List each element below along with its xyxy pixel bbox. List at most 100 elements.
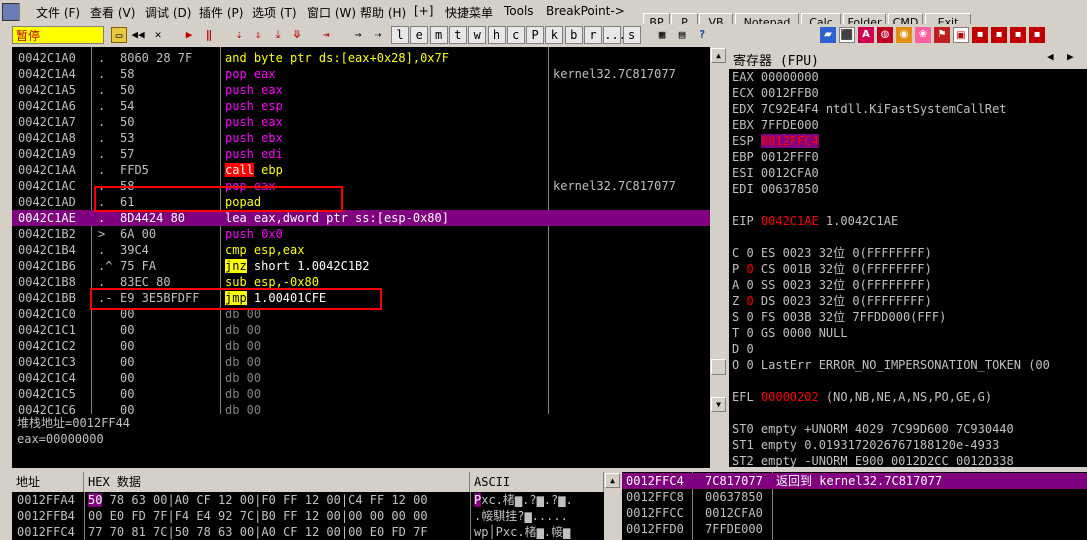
disasm-row[interactable]: 0042C1A0. 8060 28 7F and byte ptr ds:[eax+… — [12, 50, 710, 66]
go-icon[interactable]: ⇢ — [370, 27, 386, 43]
dump-scrollbar[interactable]: ▲ — [604, 472, 621, 540]
disasm-row[interactable]: 0042C1A7. 50 push eax — [12, 114, 710, 130]
window-button[interactable]: s — [622, 26, 641, 44]
dump-row[interactable]: 0012FFA4 50 78 63 00|A0 CF 12 00|F0 FF 12… — [12, 492, 604, 508]
window-button[interactable]: b — [564, 26, 583, 44]
goto-icon[interactable]: → — [350, 27, 366, 43]
disasm-row[interactable]: 0042C1C2 00 db 00 — [12, 338, 710, 354]
register-line[interactable]: D 0 — [732, 341, 754, 357]
menu-item[interactable]: 调试 (D) — [145, 4, 191, 21]
window-button[interactable]: w — [468, 26, 487, 44]
menu-item[interactable]: BreakPoint-> — [546, 4, 625, 18]
register-line[interactable]: ECX 0012FFB0 — [732, 85, 819, 101]
disasm-row[interactable]: 0042C1A9. 57 push edi — [12, 146, 710, 162]
register-line[interactable]: EDX 7C92E4F4 ntdll.KiFastSystemCallRet — [732, 101, 1007, 117]
plugin-icon-9[interactable]: ▪ — [972, 27, 988, 43]
registers-header[interactable]: 寄存器 (FPU) ◀ ▶ — [729, 47, 1087, 69]
menu-item[interactable]: 帮助 (H) — [360, 4, 406, 21]
menu-item[interactable]: 快捷菜单 — [445, 4, 493, 21]
disassembly-scrollbar[interactable]: ▲ ▼ — [710, 47, 727, 414]
disasm-row[interactable]: 0042C1A4. 58 pop eax kernel32.7C817077 — [12, 66, 710, 82]
dump-header-hex[interactable]: HEX 数据 — [84, 472, 470, 492]
trace-over-icon[interactable]: ⤋ — [289, 27, 305, 43]
disasm-row[interactable]: 0042C1B2 >6A 00 push 0x0 — [12, 226, 710, 242]
register-line[interactable]: S 0 FS 003B 32位 7FFDD000(FFF) — [732, 309, 946, 325]
menu-item[interactable]: 选项 (T) — [252, 4, 297, 21]
plugin-icon-2[interactable]: ⬛ — [839, 27, 855, 43]
grid-icon[interactable]: ▦ — [654, 27, 670, 43]
disasm-row[interactable]: 0042C1C5 00 db 00 — [12, 386, 710, 402]
dump-pane[interactable]: 0012FFA4 50 78 63 00|A0 CF 12 00|F0 FF 12… — [12, 492, 604, 540]
plugin-icon-1[interactable]: ▰ — [820, 27, 836, 43]
disasm-row[interactable]: 0042C1A8. 53 push ebx — [12, 130, 710, 146]
stack-row[interactable]: 0012FFC8 00637850 — [622, 489, 1087, 505]
menu-item[interactable]: 文件 (F) — [36, 4, 80, 21]
menu-item[interactable]: [+] — [414, 4, 433, 18]
register-line[interactable]: EIP 0042C1AE 1.0042C1AE — [732, 213, 898, 229]
window-button[interactable]: k — [545, 26, 564, 44]
plugin-icon-10[interactable]: ▪ — [991, 27, 1007, 43]
window-button[interactable]: c — [506, 26, 525, 44]
register-line[interactable]: EFL 00000202 (NO,NB,NE,A,NS,PO,GE,G) — [732, 389, 992, 405]
dump-header-address[interactable]: 地址 — [12, 472, 84, 492]
rewind-icon[interactable]: ◀◀ — [130, 27, 146, 43]
stack-row[interactable]: 0012FFC4 7C817077 返回到 kernel32.7C817077 — [622, 473, 1087, 489]
scroll-down-icon[interactable]: ▼ — [711, 397, 726, 412]
options-icon[interactable]: ▤ — [674, 27, 690, 43]
register-line[interactable]: ESP 0012FFC4 — [732, 133, 819, 149]
register-line[interactable]: ST1 empty 0.0193172026767188120e-4933 — [732, 437, 999, 453]
disasm-row[interactable]: 0042C1A6. 54 push esp — [12, 98, 710, 114]
menu-item[interactable]: 插件 (P) — [199, 4, 243, 21]
scroll-right-icon[interactable]: ▶ — [1067, 50, 1074, 63]
plugin-icon-5[interactable]: ◉ — [896, 27, 912, 43]
step-over-icon[interactable]: ⇓ — [250, 27, 266, 43]
disassembly-pane[interactable]: 0042C1A0. 8060 28 7F and byte ptr ds:[eax+… — [12, 47, 710, 414]
window-button[interactable]: t — [448, 26, 467, 44]
disasm-row[interactable]: 0042C1C4 00 db 00 — [12, 370, 710, 386]
scroll-left-icon[interactable]: ◀ — [1047, 50, 1054, 63]
register-line[interactable]: C 0 ES 0023 32位 0(FFFFFFFF) — [732, 245, 932, 261]
dump-header-ascii[interactable]: ASCII — [470, 472, 604, 492]
plugin-icon-7[interactable]: ⚑ — [934, 27, 950, 43]
dump-row[interactable]: 0012FFC4 77 70 81 7C|50 78 63 00|A0 CF 12… — [12, 524, 604, 540]
register-line[interactable]: A 0 SS 0023 32位 0(FFFFFFFF) — [732, 277, 932, 293]
menu-item[interactable]: 窗口 (W) — [307, 4, 356, 21]
dump-row[interactable]: 0012FFB4 00 E0 FD 7F|F4 E4 92 7C|B0 FF 12… — [12, 508, 604, 524]
plugin-icon-6[interactable]: ❀ — [915, 27, 931, 43]
open-icon[interactable]: ▭ — [111, 27, 127, 43]
disasm-row[interactable]: 0042C1AA. FFD5 call ebp — [12, 162, 710, 178]
scroll-thumb[interactable] — [711, 359, 726, 375]
register-line[interactable]: O 0 LastErr ERROR_NO_IMPERSONATION_TOKEN… — [732, 357, 1050, 373]
window-button[interactable]: m — [429, 26, 448, 44]
execute-till-return-icon[interactable]: ⇥ — [318, 27, 334, 43]
plugin-icon-12[interactable]: ▪ — [1029, 27, 1045, 43]
disasm-row[interactable]: 0042C1A5. 50 push eax — [12, 82, 710, 98]
info-pane[interactable]: 堆栈地址=0012FF44 eax=00000000 — [12, 414, 710, 468]
window-button[interactable]: l — [391, 26, 409, 44]
stack-row[interactable]: 0012FFD0 7FFDE000 — [622, 521, 1087, 537]
window-button[interactable]: h — [487, 26, 506, 44]
register-line[interactable]: ESI 0012CFA0 — [732, 165, 819, 181]
disasm-row[interactable]: 0042C1B4. 39C4 cmp esp,eax — [12, 242, 710, 258]
pause-icon[interactable]: ‖ — [201, 27, 217, 43]
stack-row[interactable]: 0012FFCC 0012CFA0 — [622, 505, 1087, 521]
scroll-up-icon[interactable]: ▲ — [605, 473, 620, 488]
disasm-row[interactable]: 0042C1C1 00 db 00 — [12, 322, 710, 338]
help-icon[interactable]: ? — [694, 27, 710, 43]
menu-item[interactable]: 查看 (V) — [90, 4, 135, 21]
disasm-row[interactable]: 0042C1B6 .^ 75 FA jnz short 1.0042C1B2 — [12, 258, 710, 274]
window-button[interactable]: r — [584, 26, 602, 44]
trace-into-icon[interactable]: ⤓ — [270, 27, 286, 43]
window-button[interactable]: P — [526, 26, 545, 44]
registers-pane[interactable]: 寄存器 (FPU) ◀ ▶ EAX 00000000 ECX 0012FFB0 ED… — [729, 47, 1087, 467]
register-line[interactable]: ST2 empty -UNORM E900 0012D2CC 0012D338 — [732, 453, 1014, 467]
window-button[interactable]: e — [410, 26, 429, 44]
register-line[interactable]: P 0 CS 001B 32位 0(FFFFFFFF) — [732, 261, 932, 277]
register-line[interactable]: EDI 00637850 — [732, 181, 819, 197]
step-into-icon[interactable]: ⇣ — [231, 27, 247, 43]
register-line[interactable]: ST0 empty +UNORM 4029 7C99D600 7C930440 — [732, 421, 1014, 437]
plugin-icon-8[interactable]: ▣ — [953, 27, 969, 43]
menu-item[interactable]: Tools — [504, 4, 534, 18]
register-line[interactable]: Z 0 DS 0023 32位 0(FFFFFFFF) — [732, 293, 932, 309]
plugin-icon-11[interactable]: ▪ — [1010, 27, 1026, 43]
